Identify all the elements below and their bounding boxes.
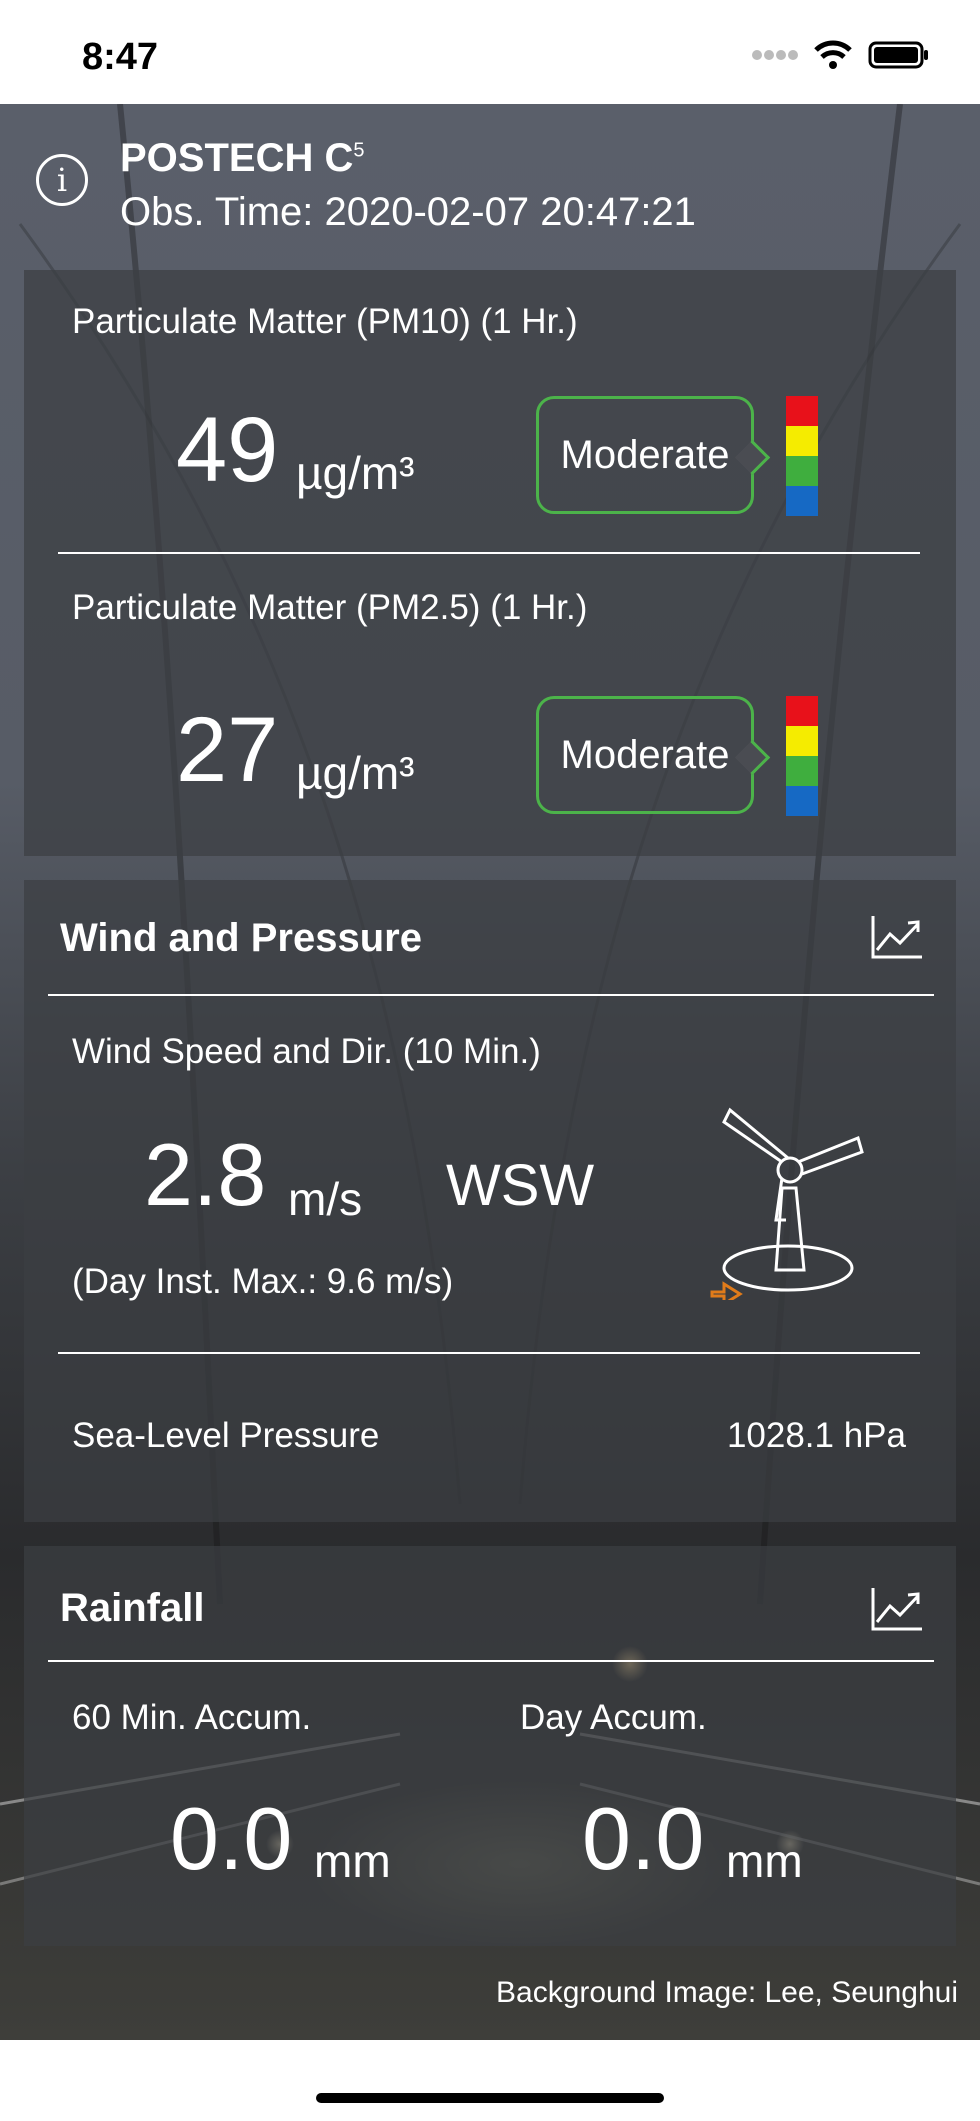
pm25-grade-badge: Moderate — [536, 696, 754, 814]
wind-pressure-title: Wind and Pressure — [60, 916, 422, 960]
pm25-value: 27 — [176, 699, 279, 801]
wind-label: Wind Speed and Dir. (10 Min.) — [72, 1032, 541, 1071]
wind-chart-icon[interactable] — [870, 914, 924, 960]
scale-green — [786, 756, 818, 786]
accumday-unit: mm — [726, 1835, 803, 1887]
scale-red — [786, 396, 818, 426]
wind-pressure-card: Wind and Pressure Wind Speed and Dir. (1… — [24, 880, 956, 1522]
home-indicator[interactable] — [316, 2093, 664, 2103]
wind-turbine-icon — [710, 1107, 864, 1300]
scale-green — [786, 456, 818, 486]
scale-blue — [786, 486, 818, 516]
accum60-unit: mm — [314, 1835, 391, 1887]
rainfall-title-divider — [48, 1660, 934, 1662]
pm10-unit: µg/m³ — [296, 447, 415, 499]
station-superscript: 5 — [353, 139, 365, 162]
station-name: POSTECH C5 — [120, 136, 365, 180]
info-icon[interactable]: i — [36, 154, 88, 206]
wind-direction-arrow — [710, 1281, 743, 1300]
air-quality-card: Particulate Matter (PM10) (1 Hr.) 49 µg/… — [24, 270, 956, 856]
background-credit: Background Image: Lee, Seunghui — [496, 1976, 958, 2009]
wind-title-divider — [48, 994, 934, 996]
status-bar: 8:47 — [0, 0, 980, 104]
accumday-value: 0.0 — [582, 1789, 705, 1888]
accumday-label: Day Accum. — [520, 1698, 707, 1737]
pm25-label: Particulate Matter (PM2.5) (1 Hr.) — [72, 588, 588, 627]
home-bar — [0, 2040, 980, 2121]
signal-icon — [752, 50, 798, 60]
pressure-divider — [58, 1352, 920, 1354]
rainfall-chart-icon[interactable] — [870, 1586, 924, 1632]
scale-blue — [786, 786, 818, 816]
aq-divider — [58, 552, 920, 554]
pm10-value: 49 — [176, 399, 279, 501]
accum60-value: 0.0 — [170, 1789, 293, 1888]
wind-direction: WSW — [446, 1153, 595, 1218]
pm10-grade-badge: Moderate — [536, 396, 754, 514]
pm25-color-scale — [786, 696, 818, 816]
scale-red — [786, 696, 818, 726]
battery-icon — [868, 41, 928, 69]
obs-time: Obs. Time: 2020-02-07 20:47:21 — [120, 190, 696, 234]
pm10-color-scale — [786, 396, 818, 516]
pressure-value: 1028.1 hPa — [726, 1416, 906, 1455]
status-icons — [752, 40, 930, 70]
scale-yellow — [786, 726, 818, 756]
rainfall-title: Rainfall — [60, 1586, 205, 1630]
wind-speed-unit: m/s — [288, 1173, 363, 1225]
wind-day-max: (Day Inst. Max.: 9.6 m/s) — [72, 1262, 454, 1301]
pm10-label: Particulate Matter (PM10) (1 Hr.) — [72, 302, 578, 341]
rainfall-card: Rainfall 60 Min. Accum. Day Accum. 0.0 m… — [24, 1546, 956, 1946]
accum60-label: 60 Min. Accum. — [72, 1698, 312, 1737]
pressure-label: Sea-Level Pressure — [72, 1416, 380, 1455]
pm25-unit: µg/m³ — [296, 747, 415, 799]
status-time: 8:47 — [82, 36, 159, 78]
wifi-icon — [814, 40, 852, 69]
wind-speed-value: 2.8 — [144, 1125, 267, 1224]
scale-yellow — [786, 426, 818, 456]
